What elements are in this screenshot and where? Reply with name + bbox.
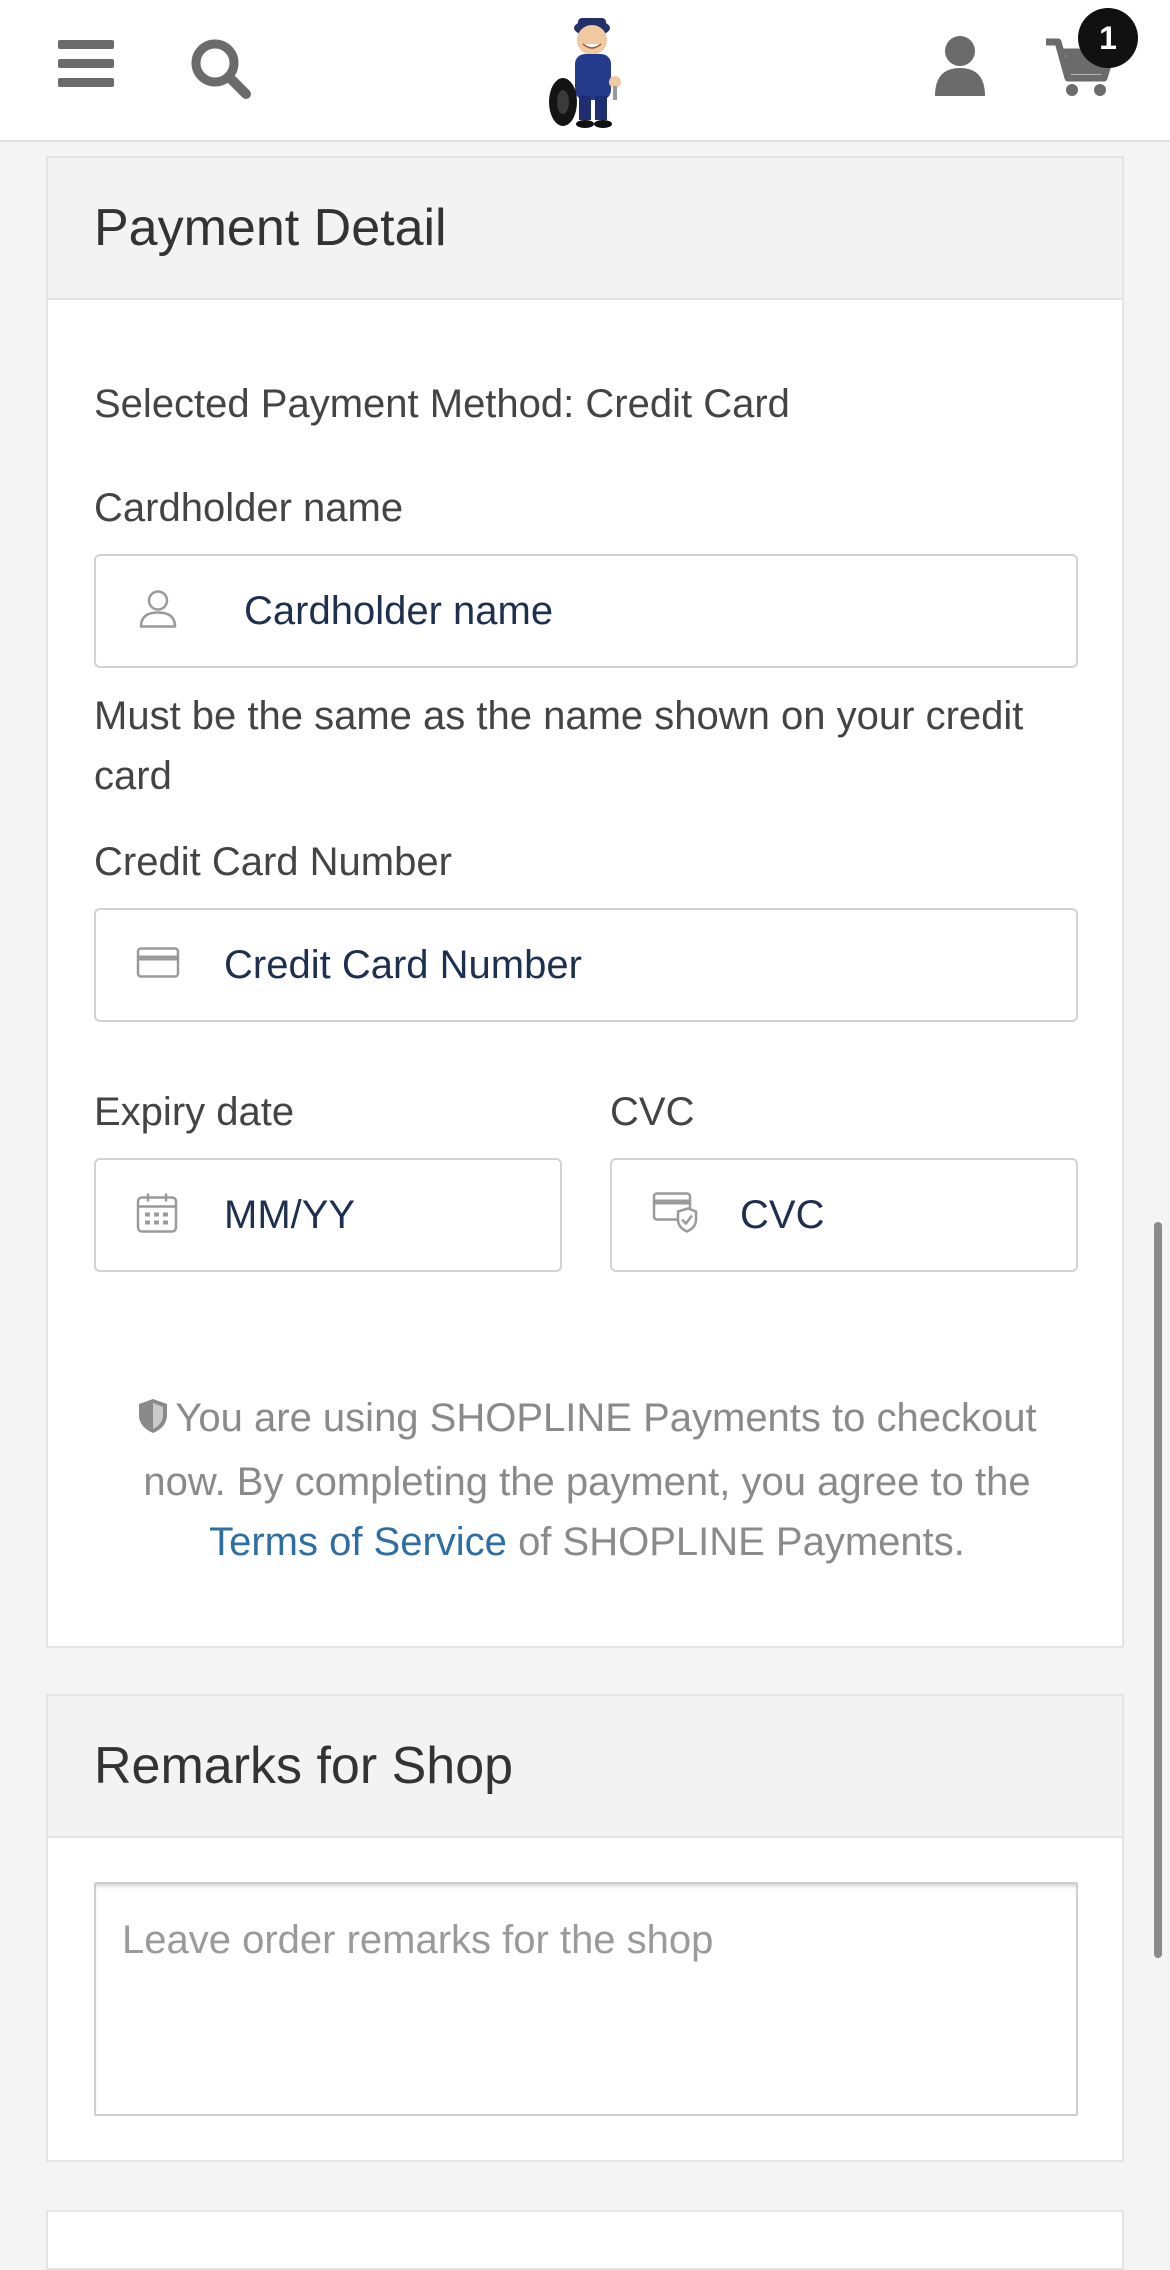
- payment-detail-card: Payment Detail Selected Payment Method: …: [46, 156, 1124, 1648]
- card-shield-icon: [652, 1192, 698, 1239]
- user-account-icon[interactable]: [930, 34, 990, 96]
- secure-text-after: of SHOPLINE Payments.: [518, 1520, 965, 1564]
- cardholder-name-field[interactable]: Cardholder name: [94, 554, 1078, 668]
- expiry-date-field[interactable]: MM/YY: [94, 1158, 562, 1272]
- card-number-placeholder: Credit Card Number: [224, 942, 582, 987]
- hamburger-menu-icon[interactable]: [58, 40, 114, 88]
- person-icon: [138, 589, 178, 634]
- cvc-placeholder: CVC: [740, 1192, 825, 1237]
- search-icon[interactable]: [188, 36, 252, 100]
- remarks-placeholder: Leave order remarks for the shop: [122, 1918, 714, 1962]
- mechanic-mascot-logo[interactable]: [535, 8, 635, 128]
- cardholder-name-placeholder: Cardholder name: [244, 588, 554, 633]
- selected-payment-method: Selected Payment Method: Credit Card: [94, 382, 790, 426]
- secure-text-before: You are using SHOPLINE Payments to check…: [143, 1396, 1037, 1504]
- cvc-label: CVC: [610, 1090, 695, 1134]
- cvc-field[interactable]: CVC: [610, 1158, 1078, 1272]
- remarks-textarea[interactable]: Leave order remarks for the shop: [94, 1882, 1078, 2116]
- terms-of-service-link[interactable]: Terms of Service: [209, 1520, 507, 1564]
- card-number-label: Credit Card Number: [94, 840, 452, 884]
- payment-detail-title: Payment Detail: [48, 158, 1122, 300]
- next-section-card: [46, 2210, 1124, 2270]
- remarks-title: Remarks for Shop: [48, 1696, 1122, 1838]
- top-nav-bar: 1: [0, 0, 1170, 142]
- credit-card-icon: [136, 947, 180, 984]
- secure-payment-notice: You are using SHOPLINE Payments to check…: [94, 1388, 1080, 1572]
- shield-icon: [137, 1392, 169, 1452]
- card-number-field[interactable]: Credit Card Number: [94, 908, 1078, 1022]
- cardholder-name-label: Cardholder name: [94, 486, 404, 530]
- calendar-icon: [136, 1192, 178, 1239]
- page-scrollbar[interactable]: [1154, 1222, 1162, 1958]
- cardholder-name-hint: Must be the same as the name shown on yo…: [94, 694, 1024, 798]
- remarks-card: Remarks for Shop Leave order remarks for…: [46, 1694, 1124, 2162]
- expiry-date-placeholder: MM/YY: [224, 1192, 356, 1237]
- cart-count-badge: 1: [1078, 8, 1138, 68]
- expiry-date-label: Expiry date: [94, 1090, 295, 1134]
